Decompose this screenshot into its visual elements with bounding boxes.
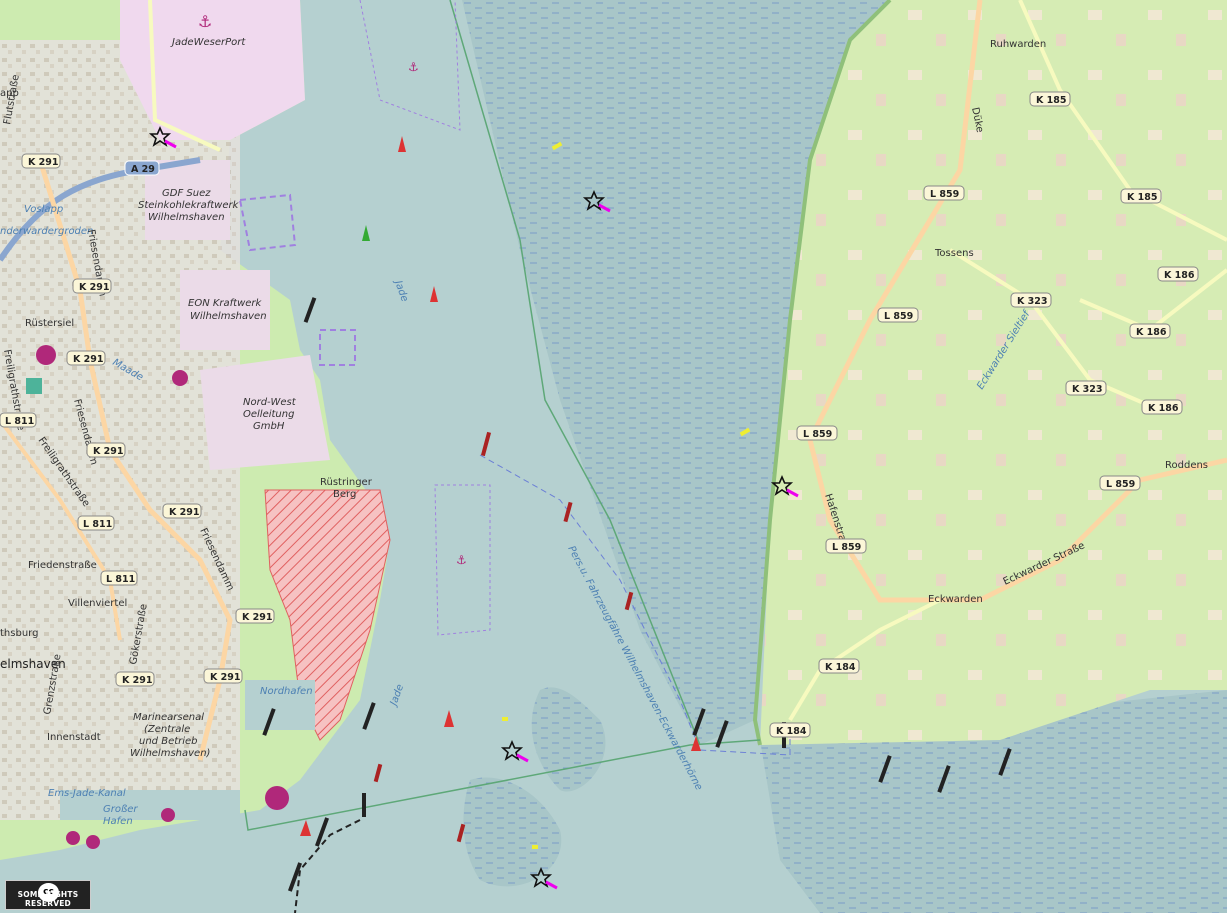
shield-l811: L 811 bbox=[0, 412, 37, 428]
place-voslapp: Voslapp bbox=[24, 204, 63, 215]
svg-text:K 185: K 185 bbox=[1036, 95, 1067, 106]
shield-k291: K 291 bbox=[115, 671, 155, 687]
place-ruhwarden: Ruhwarden bbox=[990, 39, 1046, 50]
cc-license-badge[interactable]: cc SOME RIGHTS RESERVED bbox=[5, 880, 91, 910]
harbor-icon[interactable] bbox=[66, 831, 80, 845]
shield-k184: K 184 bbox=[818, 658, 860, 674]
harbor-icon[interactable] bbox=[265, 786, 289, 810]
shield-k291: K 291 bbox=[86, 442, 126, 458]
svg-text:K 186: K 186 bbox=[1164, 270, 1195, 281]
shield-a29: A 29 bbox=[124, 160, 160, 176]
place-rustringer-berg-2: Berg bbox=[333, 489, 356, 500]
svg-text:K 291: K 291 bbox=[122, 675, 153, 686]
svg-text:A 29: A 29 bbox=[131, 164, 155, 175]
shield-l811: L 811 bbox=[77, 515, 115, 531]
shield-l859: L 859 bbox=[825, 538, 867, 554]
svg-text:K 184: K 184 bbox=[825, 662, 856, 673]
street-friedenstrasse: Friedenstraße bbox=[28, 560, 97, 571]
svg-text:L 859: L 859 bbox=[930, 189, 959, 200]
svg-text:L 859: L 859 bbox=[1106, 479, 1135, 490]
water-ems-jade-kanal: Ems-Jade-Kanal bbox=[48, 788, 126, 799]
place-grosser-hafen-2: Hafen bbox=[103, 816, 133, 827]
map-canvas[interactable]: ⚓ ⚓ ⚓ JadeWeserPort Ruhwarden Tossens Ec… bbox=[0, 0, 1227, 913]
facility-nwo-3: GmbH bbox=[253, 421, 285, 432]
cc-license-text: SOME RIGHTS RESERVED bbox=[17, 890, 79, 908]
facility-eon-2: Wilhelmshaven bbox=[190, 311, 267, 322]
anchor-icon[interactable]: ⚓ bbox=[456, 553, 467, 567]
harbor-icon[interactable] bbox=[36, 345, 56, 365]
place-eckwarden: Eckwarden bbox=[928, 594, 983, 605]
shield-l859: L 859 bbox=[877, 307, 919, 323]
svg-text:L 859: L 859 bbox=[803, 429, 832, 440]
svg-text:L 859: L 859 bbox=[884, 311, 913, 322]
svg-text:L 811: L 811 bbox=[5, 416, 34, 427]
svg-text:K 291: K 291 bbox=[93, 446, 124, 457]
shield-k185: K 185 bbox=[1120, 188, 1162, 204]
place-rustringer-berg-1: Rüstringer bbox=[320, 477, 373, 488]
shield-k323: K 323 bbox=[1010, 292, 1052, 308]
svg-text:L 859: L 859 bbox=[832, 542, 861, 553]
svg-text:L 811: L 811 bbox=[83, 519, 112, 530]
harbor-icon[interactable] bbox=[161, 808, 175, 822]
svg-text:K 291: K 291 bbox=[169, 507, 200, 518]
svg-text:K 291: K 291 bbox=[79, 282, 110, 293]
svg-text:K 186: K 186 bbox=[1148, 403, 1179, 414]
facility-marine-3: und Betrieb bbox=[139, 736, 198, 747]
shield-k291: K 291 bbox=[162, 503, 202, 519]
facility-marine-2: (Zentrale bbox=[144, 724, 190, 735]
place-thsburg: thsburg bbox=[0, 628, 38, 639]
shield-l859: L 859 bbox=[923, 185, 965, 201]
svg-text:L 811: L 811 bbox=[106, 574, 135, 585]
shield-k291: K 291 bbox=[203, 668, 243, 684]
place-tossens: Tossens bbox=[934, 248, 974, 259]
shield-k186: K 186 bbox=[1141, 399, 1183, 415]
place-rustersiel: Rüstersiel bbox=[25, 318, 74, 329]
facility-marine-4: Wilhelmshaven) bbox=[130, 748, 210, 759]
facility-marine-1: Marinearsenal bbox=[133, 712, 204, 723]
lighthouse-icon bbox=[26, 378, 42, 394]
harbor-icon[interactable] bbox=[172, 370, 188, 386]
anchor-icon[interactable]: ⚓ bbox=[198, 12, 212, 31]
facility-gdf-2: Steinkohlekraftwerk bbox=[138, 200, 240, 211]
shield-l859: L 859 bbox=[1099, 475, 1141, 491]
facility-nwo-2: Oelleitung bbox=[243, 409, 294, 420]
svg-text:K 291: K 291 bbox=[242, 612, 273, 623]
shield-k291: K 291 bbox=[21, 153, 61, 169]
svg-text:K 323: K 323 bbox=[1017, 296, 1048, 307]
facility-nwo-1: Nord-West bbox=[243, 397, 297, 408]
place-grosser-hafen-1: Großer bbox=[103, 804, 138, 815]
place-villenviertel: Villenviertel bbox=[68, 598, 127, 609]
shield-l811: L 811 bbox=[100, 570, 138, 586]
shield-l859: L 859 bbox=[796, 425, 838, 441]
shield-k291: K 291 bbox=[66, 350, 106, 366]
industrial-eon bbox=[180, 270, 270, 350]
svg-text:K 185: K 185 bbox=[1127, 192, 1158, 203]
svg-text:K 291: K 291 bbox=[210, 672, 241, 683]
shield-k186: K 186 bbox=[1157, 266, 1199, 282]
anchor-icon[interactable]: ⚓ bbox=[408, 60, 419, 74]
shield-k186: K 186 bbox=[1129, 323, 1171, 339]
place-nordhafen: Nordhafen bbox=[260, 686, 313, 697]
svg-text:K 184: K 184 bbox=[776, 726, 807, 737]
harbor-icon[interactable] bbox=[86, 835, 100, 849]
facility-eon-1: EON Kraftwerk bbox=[188, 298, 263, 309]
shield-k184: K 184 bbox=[769, 722, 811, 738]
facility-gdf-1: GDF Suez bbox=[162, 188, 211, 199]
facility-gdf-3: Wilhelmshaven bbox=[148, 212, 225, 223]
svg-text:K 186: K 186 bbox=[1136, 327, 1167, 338]
shield-k185: K 185 bbox=[1029, 91, 1071, 107]
svg-text:K 291: K 291 bbox=[73, 354, 104, 365]
svg-text:K 291: K 291 bbox=[28, 157, 59, 168]
shield-k291: K 291 bbox=[72, 278, 112, 294]
street-roddens: Roddens bbox=[1165, 460, 1208, 471]
place-innenstadt: Innenstadt bbox=[47, 732, 101, 743]
shield-k323: K 323 bbox=[1065, 380, 1107, 396]
svg-text:K 323: K 323 bbox=[1072, 384, 1103, 395]
place-jadeweserport: JadeWeserPort bbox=[170, 37, 246, 48]
water-voslapp: nderwardergroden bbox=[0, 226, 93, 237]
shield-k291: K 291 bbox=[235, 608, 275, 624]
